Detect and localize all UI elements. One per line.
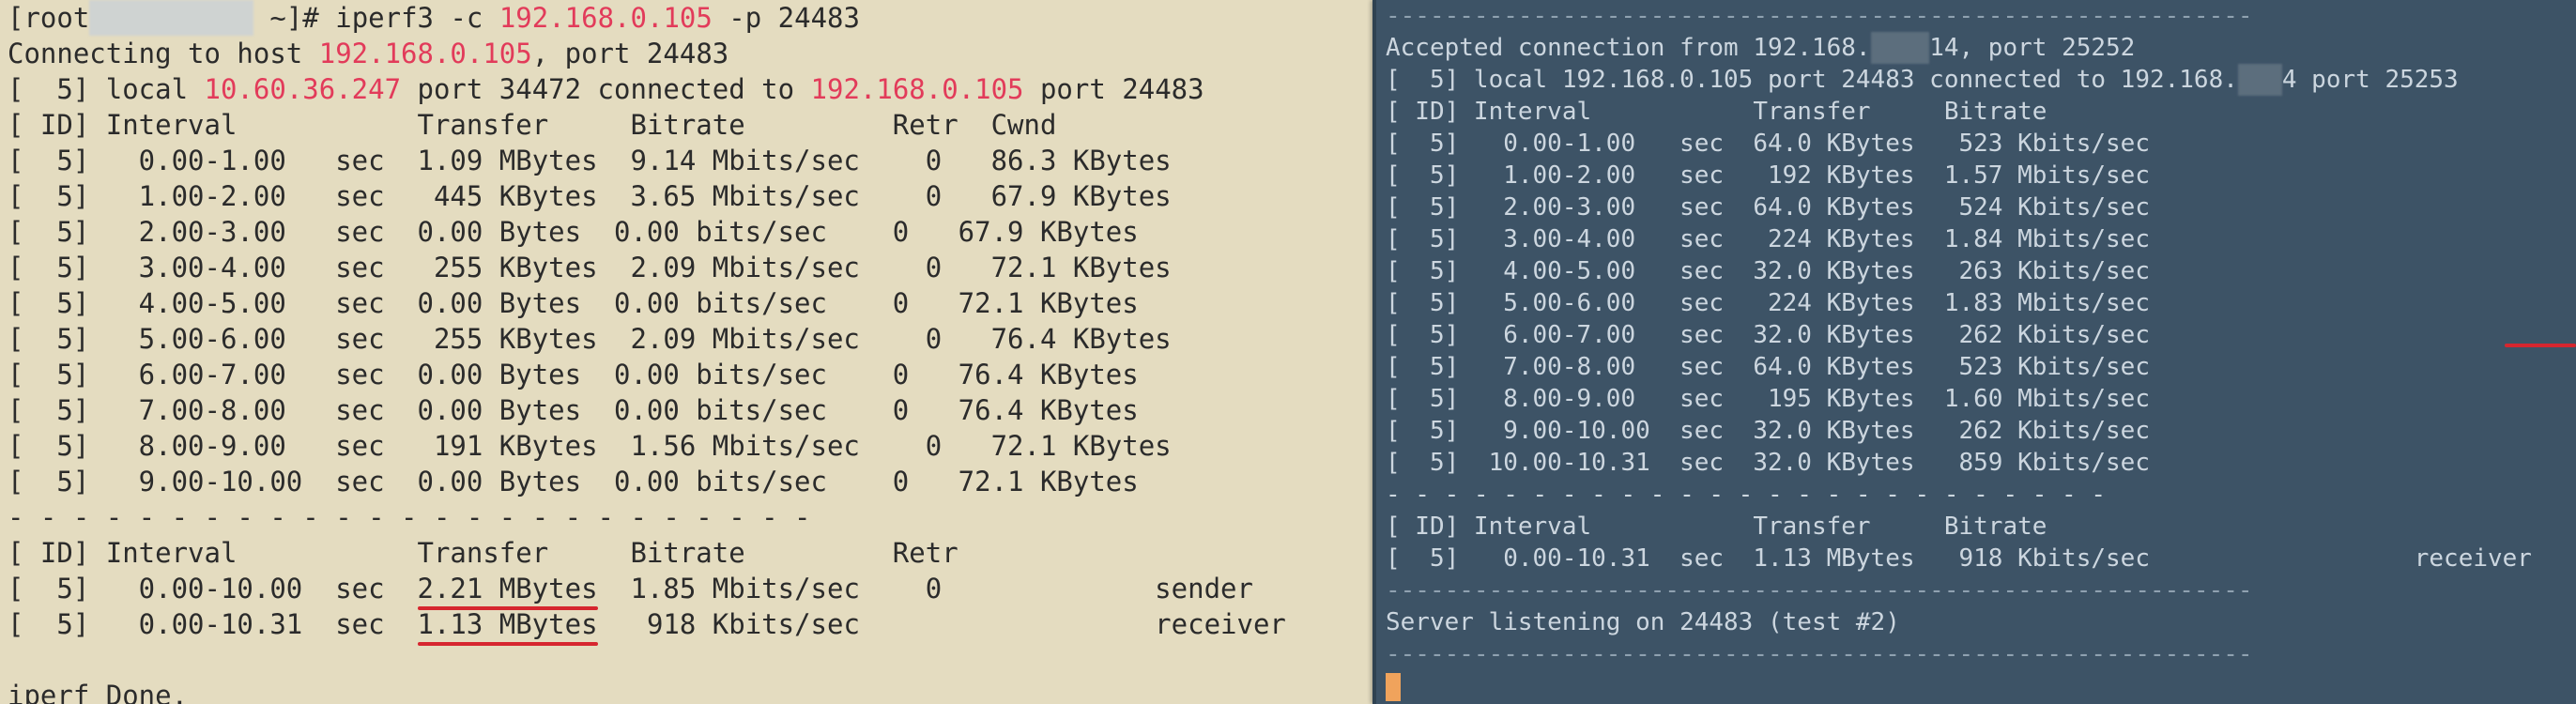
accepted-line: Accepted connection from 192.168.xxx.14,… xyxy=(1386,32,2136,64)
summary-header: [ ID] Interval Transfer Bitrate Retr xyxy=(8,537,958,569)
table-header: [ ID] Interval Transfer Bitrate xyxy=(1386,98,2047,126)
masked-ip: xx. xyxy=(2237,64,2282,96)
table-row: [ 5] 0.00-1.00 sec 1.09 MBytes 9.14 Mbit… xyxy=(8,145,1172,176)
summary-header: [ ID] Interval Transfer Bitrate xyxy=(1386,513,2047,541)
command-line: [root@xxxxxxxxx ~]# iperf3 -c 192.168.0.… xyxy=(8,0,860,36)
red-annotation-mark xyxy=(2505,344,2576,347)
summary-row-receiver: [ 5] 0.00-10.31 sec 1.13 MBytes 918 Kbit… xyxy=(8,608,1286,646)
table-row: [ 5] 7.00-8.00 sec 0.00 Bytes 0.00 bits/… xyxy=(8,394,1139,426)
table-row: [ 5] 3.00-4.00 sec 255 KBytes 2.09 Mbits… xyxy=(8,252,1172,283)
client-terminal[interactable]: [root@xxxxxxxxx ~]# iperf3 -c 192.168.0.… xyxy=(0,0,1372,704)
table-row: [ 5] 2.00-3.00 sec 64.0 KBytes 524 Kbits… xyxy=(1386,193,2150,222)
summary-row-receiver: [ 5] 0.00-10.31 sec 1.13 MBytes 918 Kbit… xyxy=(1386,544,2532,573)
table-row: [ 5] 6.00-7.00 sec 32.0 KBytes 262 Kbits… xyxy=(1386,321,2150,349)
listening-line: Server listening on 24483 (test #2) xyxy=(1386,608,1900,636)
table-row: [ 5] 10.00-10.31 sec 32.0 KBytes 859 Kbi… xyxy=(1386,449,2150,477)
table-row: [ 5] 4.00-5.00 sec 0.00 Bytes 0.00 bits/… xyxy=(8,287,1139,319)
table-row: [ 5] 8.00-9.00 sec 195 KBytes 1.60 Mbits… xyxy=(1386,385,2150,413)
connecting-line: Connecting to host 192.168.0.105, port 2… xyxy=(8,38,729,69)
table-row: [ 5] 5.00-6.00 sec 224 KBytes 1.83 Mbits… xyxy=(1386,289,2150,317)
table-row: [ 5] 2.00-3.00 sec 0.00 Bytes 0.00 bits/… xyxy=(8,216,1139,248)
table-row: [ 5] 5.00-6.00 sec 255 KBytes 2.09 Mbits… xyxy=(8,323,1172,355)
masked-ip: xxx. xyxy=(1870,32,1930,64)
table-row: [ 5] 3.00-4.00 sec 224 KBytes 1.84 Mbits… xyxy=(1386,225,2150,253)
prompt-line[interactable] xyxy=(1386,670,2576,702)
target-ip: 192.168.0.105 xyxy=(498,2,713,34)
table-row: [ 5] 1.00-2.00 sec 445 KBytes 3.65 Mbits… xyxy=(8,180,1172,212)
masked-hostname: @xxxxxxxxx xyxy=(89,0,253,36)
server-terminal[interactable]: ----------------------------------------… xyxy=(1372,0,2576,704)
table-row: [ 5] 9.00-10.00 sec 0.00 Bytes 0.00 bits… xyxy=(8,466,1139,497)
rule-line: ----------------------------------------… xyxy=(1386,576,2253,605)
table-row: [ 5] 7.00-8.00 sec 64.0 KBytes 523 Kbits… xyxy=(1386,353,2150,381)
terminal-cursor[interactable] xyxy=(1386,672,1401,701)
table-row: [ 5] 0.00-1.00 sec 64.0 KBytes 523 Kbits… xyxy=(1386,130,2150,158)
table-row: [ 5] 9.00-10.00 sec 32.0 KBytes 262 Kbit… xyxy=(1386,417,2150,445)
local-connection-line: [ 5] local 10.60.36.247 port 34472 conne… xyxy=(8,73,1204,105)
separator: - - - - - - - - - - - - - - - - - - - - … xyxy=(8,501,811,533)
underlined-transfer: 1.13 MBytes xyxy=(417,608,598,646)
table-row: [ 5] 1.00-2.00 sec 192 KBytes 1.57 Mbits… xyxy=(1386,161,2150,190)
table-row: [ 5] 6.00-7.00 sec 0.00 Bytes 0.00 bits/… xyxy=(8,359,1139,390)
summary-row-sender: [ 5] 0.00-10.00 sec 2.21 MBytes 1.85 Mbi… xyxy=(8,573,1253,610)
done-line: iperf Done. xyxy=(8,680,189,704)
table-header: [ ID] Interval Transfer Bitrate Retr Cwn… xyxy=(8,109,1057,141)
table-row: [ 5] 8.00-9.00 sec 191 KBytes 1.56 Mbits… xyxy=(8,430,1172,462)
separator: - - - - - - - - - - - - - - - - - - - - … xyxy=(1386,481,2107,509)
table-row: [ 5] 4.00-5.00 sec 32.0 KBytes 263 Kbits… xyxy=(1386,257,2150,285)
local-connection-line: [ 5] local 192.168.0.105 port 24483 conn… xyxy=(1386,64,2459,96)
rule-line: ----------------------------------------… xyxy=(1386,640,2253,668)
underlined-transfer: 2.21 MBytes xyxy=(417,573,598,610)
rule-line: ----------------------------------------… xyxy=(1386,2,2253,30)
